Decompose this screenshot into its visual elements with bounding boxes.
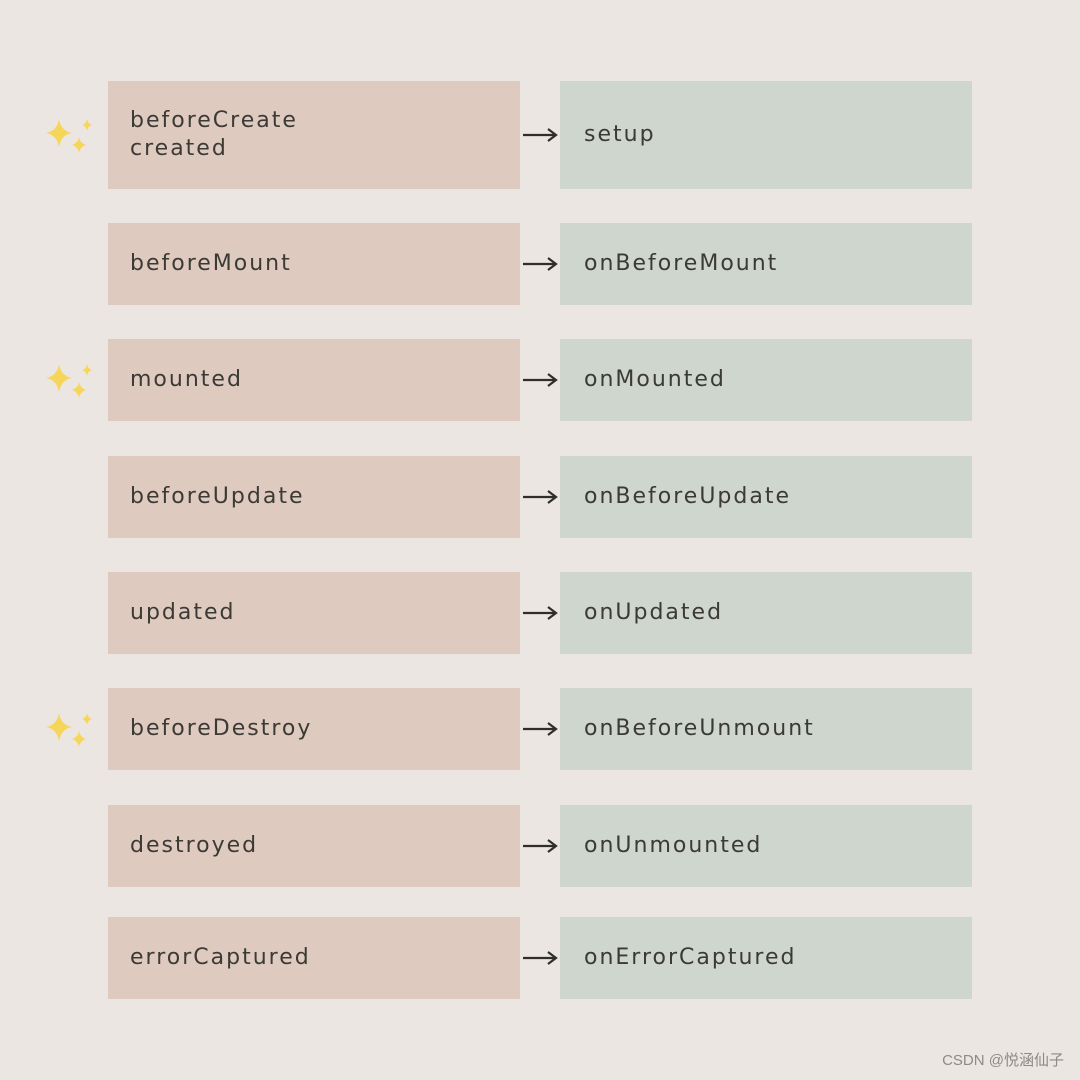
mapping-row: beforeCreate created setup (0, 81, 1080, 189)
hook-name: updated (130, 600, 236, 625)
hook-name: beforeUpdate (130, 484, 305, 509)
hook-name: onMounted (584, 367, 726, 392)
arrow-right-icon (523, 722, 558, 736)
arrow-right-icon (523, 951, 558, 965)
watermark: CSDN @悦涵仙子 (942, 1052, 1064, 1069)
hook-name: onBeforeUnmount (584, 716, 815, 741)
mapping-row: updated onUpdated (0, 572, 1080, 654)
hook-name: onUnmounted (584, 833, 763, 858)
arrow-right-icon (523, 373, 558, 387)
hook-name: onBeforeUpdate (584, 484, 792, 509)
mapping-row: beforeDestroy onBeforeUnmount (0, 688, 1080, 770)
options-api-hook: destroyed (108, 805, 520, 887)
hook-name: onBeforeMount (584, 251, 779, 276)
options-api-hook: beforeCreate created (108, 81, 520, 189)
options-api-hook: beforeUpdate (108, 456, 520, 538)
arrow-right-icon (523, 257, 558, 271)
composition-api-hook: onBeforeUnmount (560, 688, 972, 770)
arrow-right-icon (523, 839, 558, 853)
composition-api-hook: onBeforeMount (560, 223, 972, 305)
arrow-right-icon (523, 490, 558, 504)
sparkles-icon (46, 713, 92, 747)
sparkles-icon (46, 119, 92, 153)
composition-api-hook: onUpdated (560, 572, 972, 654)
options-api-hook: beforeDestroy (108, 688, 520, 770)
options-api-hook: updated (108, 572, 520, 654)
hook-name: setup (584, 122, 656, 147)
options-api-hook: errorCaptured (108, 917, 520, 999)
composition-api-hook: setup (560, 81, 972, 189)
arrow-right-icon (523, 606, 558, 620)
arrow-right-icon (523, 128, 558, 142)
mapping-row: errorCaptured onErrorCaptured (0, 917, 1080, 999)
hook-name: onErrorCaptured (584, 945, 797, 970)
hook-name: errorCaptured (130, 945, 311, 970)
mapping-row: mounted onMounted (0, 339, 1080, 421)
composition-api-hook: onMounted (560, 339, 972, 421)
composition-api-hook: onBeforeUpdate (560, 456, 972, 538)
hook-name: destroyed (130, 833, 259, 858)
composition-api-hook: onErrorCaptured (560, 917, 972, 999)
options-api-hook: beforeMount (108, 223, 520, 305)
mapping-row: beforeMount onBeforeMount (0, 223, 1080, 305)
mapping-row: beforeUpdate onBeforeUpdate (0, 456, 1080, 538)
composition-api-hook: onUnmounted (560, 805, 972, 887)
hook-name: mounted (130, 367, 243, 392)
hook-name: beforeDestroy (130, 716, 313, 741)
mapping-row: destroyed onUnmounted (0, 805, 1080, 887)
hook-name: beforeMount (130, 251, 292, 276)
options-api-hook: mounted (108, 339, 520, 421)
hook-name: created (130, 136, 228, 161)
sparkles-icon (46, 364, 92, 398)
hook-name: beforeCreate (130, 108, 298, 133)
hook-name: onUpdated (584, 600, 724, 625)
